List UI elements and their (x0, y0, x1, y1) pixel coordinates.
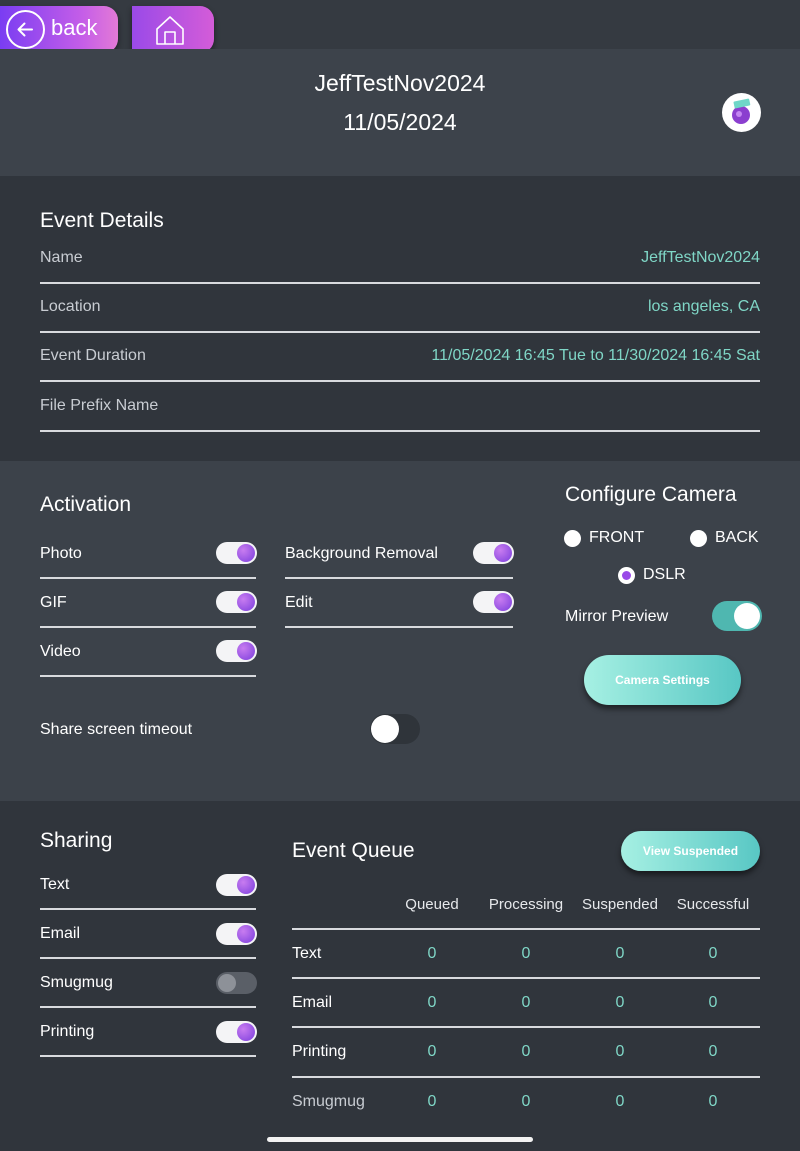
detail-value-duration[interactable]: 11/05/2024 16:45 Tue to 11/30/2024 16:45… (431, 347, 760, 365)
queue-cell: 0 (427, 945, 437, 962)
sharing-email-toggle[interactable] (216, 923, 257, 945)
queue-row-label: Printing (292, 1043, 347, 1060)
event-date: 11/05/2024 (343, 109, 457, 135)
sharing-text-toggle[interactable] (216, 874, 257, 896)
view-suspended-button[interactable]: View Suspended (621, 831, 760, 871)
app-logo-icon (722, 93, 761, 132)
activation-label-video: Video (40, 643, 81, 660)
top-bar (0, 0, 800, 49)
divider (292, 928, 760, 930)
event-details-title: Event Details (40, 209, 164, 232)
divider (40, 380, 760, 382)
divider (40, 282, 760, 284)
sharing-label-printing: Printing (40, 1023, 95, 1040)
event-header: JeffTestNov2024 11/05/2024 (0, 49, 800, 176)
sharing-smugmug-toggle[interactable] (216, 972, 257, 994)
queue-cell: 0 (615, 1043, 625, 1060)
mirror-preview-toggle[interactable] (712, 601, 762, 631)
sharing-label-text: Text (40, 876, 70, 893)
divider (292, 1026, 760, 1028)
activation-label-background-removal: Background Removal (285, 545, 438, 562)
share-timeout-label: Share screen timeout (40, 721, 193, 738)
sharing-label-smugmug: Smugmug (40, 974, 113, 991)
queue-cell: 0 (615, 1093, 625, 1110)
queue-header-suspended: Suspended (582, 896, 658, 913)
queue-header-processing: Processing (488, 896, 564, 913)
video-toggle[interactable] (216, 640, 257, 662)
back-button[interactable]: back (0, 6, 118, 53)
queue-cell: 0 (615, 945, 625, 962)
background-removal-toggle[interactable] (473, 542, 514, 564)
home-indicator[interactable] (267, 1137, 533, 1142)
divider (285, 626, 513, 628)
queue-row-label: Smugmug (292, 1093, 365, 1110)
mirror-preview-label: Mirror Preview (565, 608, 669, 625)
divider (40, 626, 256, 628)
activation-title: Activation (40, 493, 132, 516)
detail-label-duration: Event Duration (40, 347, 146, 364)
queue-cell: 0 (708, 1043, 718, 1060)
divider (292, 977, 760, 979)
back-arrow-icon (6, 10, 45, 49)
queue-row-label: Text (292, 945, 322, 962)
gif-toggle[interactable] (216, 591, 257, 613)
back-button-label: back (51, 15, 98, 40)
divider (40, 1055, 256, 1057)
divider (40, 331, 760, 333)
queue-header-successful: Successful (676, 896, 750, 913)
divider (40, 675, 256, 677)
event-title: JeffTestNov2024 (314, 70, 486, 96)
photo-toggle[interactable] (216, 542, 257, 564)
divider (40, 1006, 256, 1008)
queue-cell: 0 (427, 1093, 437, 1110)
queue-cell: 0 (427, 994, 437, 1011)
queue-header-queued: Queued (405, 896, 459, 913)
activation-label-gif: GIF (40, 594, 67, 611)
activation-section: Activation Photo GIF Video Background Re… (0, 461, 800, 801)
configure-camera-title: Configure Camera (565, 483, 737, 506)
queue-cell: 0 (427, 1043, 437, 1060)
divider (292, 1076, 760, 1078)
sharing-printing-toggle[interactable] (216, 1021, 257, 1043)
camera-front-label: FRONT (589, 529, 645, 546)
divider (285, 577, 513, 579)
share-timeout-toggle[interactable] (370, 714, 420, 744)
queue-cell: 0 (521, 1093, 531, 1110)
activation-label-photo: Photo (40, 545, 82, 562)
sharing-section: Sharing Text Email Smugmug Printing Even… (0, 801, 800, 1151)
detail-label-name: Name (40, 249, 83, 266)
event-queue-title: Event Queue (292, 839, 415, 862)
detail-value-location[interactable]: los angeles, CA (648, 298, 760, 316)
queue-cell: 0 (708, 1093, 718, 1110)
queue-row-label: Email (292, 994, 333, 1011)
detail-label-file-prefix: File Prefix Name (40, 397, 159, 414)
queue-cell: 0 (708, 994, 718, 1011)
home-icon (156, 16, 184, 45)
camera-back-label: BACK (715, 529, 759, 546)
queue-cell: 0 (521, 945, 531, 962)
sharing-title: Sharing (40, 829, 113, 852)
camera-dslr-radio[interactable] (618, 567, 635, 584)
detail-value-name[interactable]: JeffTestNov2024 (641, 249, 760, 267)
activation-label-edit: Edit (285, 594, 313, 611)
camera-back-radio[interactable] (690, 530, 707, 547)
queue-cell: 0 (521, 1043, 531, 1060)
camera-dslr-label: DSLR (643, 566, 686, 583)
divider (40, 577, 256, 579)
queue-cell: 0 (708, 945, 718, 962)
divider (40, 430, 760, 432)
event-details-section: Event Details Name JeffTestNov2024 Locat… (0, 176, 800, 461)
queue-cell: 0 (521, 994, 531, 1011)
queue-cell: 0 (615, 994, 625, 1011)
detail-label-location: Location (40, 298, 101, 315)
home-button[interactable] (132, 6, 214, 53)
camera-settings-button[interactable]: Camera Settings (584, 655, 741, 705)
edit-toggle[interactable] (473, 591, 514, 613)
divider (40, 957, 256, 959)
sharing-label-email: Email (40, 925, 81, 942)
camera-front-radio[interactable] (564, 530, 581, 547)
divider (40, 908, 256, 910)
